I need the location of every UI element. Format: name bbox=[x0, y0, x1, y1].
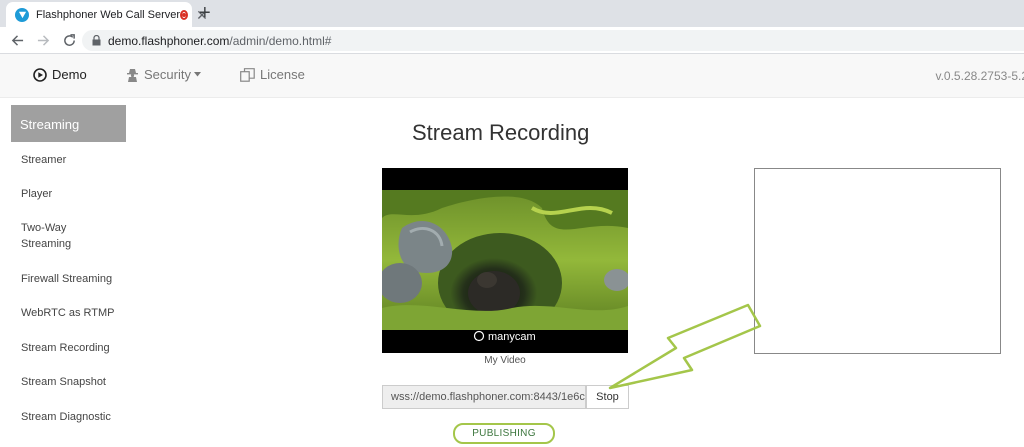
nav-license[interactable]: License bbox=[240, 67, 305, 82]
back-icon[interactable] bbox=[6, 34, 28, 47]
sidebar-item-two-way-streaming[interactable]: Two-Way Streaming bbox=[21, 220, 91, 252]
play-circle-icon bbox=[33, 67, 47, 82]
sidebar-item-webrtc-as-rtmp[interactable]: WebRTC as RTMP bbox=[21, 305, 121, 321]
sidebar-item-stream-recording[interactable]: Stream Recording bbox=[21, 340, 121, 356]
browser-tabstrip: Flashphoner Web Call Server ✕ + bbox=[0, 0, 1024, 27]
video-label: My Video bbox=[484, 355, 526, 366]
sidebar-header-streaming[interactable]: Streaming bbox=[11, 105, 126, 142]
annotation-arrow bbox=[608, 303, 762, 390]
sidebar-item-stream-snapshot[interactable]: Stream Snapshot bbox=[21, 374, 121, 390]
sidebar-item-player[interactable]: Player bbox=[21, 186, 121, 202]
local-video: manycam bbox=[382, 168, 628, 353]
sidebar-item-firewall-streaming[interactable]: Firewall Streaming bbox=[21, 271, 121, 287]
address-bar: demo.flashphoner.com/admin/demo.html# bbox=[0, 27, 1024, 54]
nav-demo-label: Demo bbox=[52, 67, 87, 82]
video-frame-image: manycam bbox=[382, 168, 628, 353]
sidebar-item-stream-diagnostic[interactable]: Stream Diagnostic bbox=[21, 409, 121, 425]
nav-security-label: Security bbox=[144, 67, 191, 82]
sidebar-item-streamer[interactable]: Streamer bbox=[21, 152, 121, 168]
new-tab-icon[interactable]: + bbox=[199, 3, 211, 23]
status-badge: PUBLISHING bbox=[453, 423, 555, 444]
lock-icon bbox=[92, 35, 101, 46]
forward-icon[interactable] bbox=[32, 34, 54, 47]
app-navbar: Demo Security License v.0.5.28.2753-5.2 bbox=[0, 54, 1024, 98]
manycam-watermark: manycam bbox=[488, 331, 536, 343]
recording-indicator-icon bbox=[180, 9, 189, 20]
user-secret-icon bbox=[126, 68, 139, 82]
browser-tab[interactable]: Flashphoner Web Call Server ✕ bbox=[6, 2, 208, 27]
url-path: /admin/demo.html# bbox=[229, 33, 332, 48]
caret-down-icon bbox=[193, 72, 201, 77]
page-title: Stream Recording bbox=[412, 120, 590, 145]
flashphoner-favicon-icon bbox=[15, 7, 29, 22]
url-field[interactable]: demo.flashphoner.com/admin/demo.html# bbox=[82, 30, 1024, 51]
nav-license-label: License bbox=[260, 67, 305, 82]
remote-video bbox=[754, 168, 1001, 354]
copy-icon bbox=[240, 67, 255, 82]
tab-title: Flashphoner Web Call Server bbox=[36, 8, 181, 21]
stream-url-input[interactable]: wss://demo.flashphoner.com:8443/1e6c bbox=[382, 385, 586, 409]
version-label: v.0.5.28.2753-5.2 bbox=[935, 69, 1024, 83]
nav-demo[interactable]: Demo bbox=[33, 67, 87, 82]
url-host: demo.flashphoner.com bbox=[108, 33, 230, 48]
reload-icon[interactable] bbox=[58, 33, 80, 47]
nav-security[interactable]: Security bbox=[126, 67, 201, 82]
